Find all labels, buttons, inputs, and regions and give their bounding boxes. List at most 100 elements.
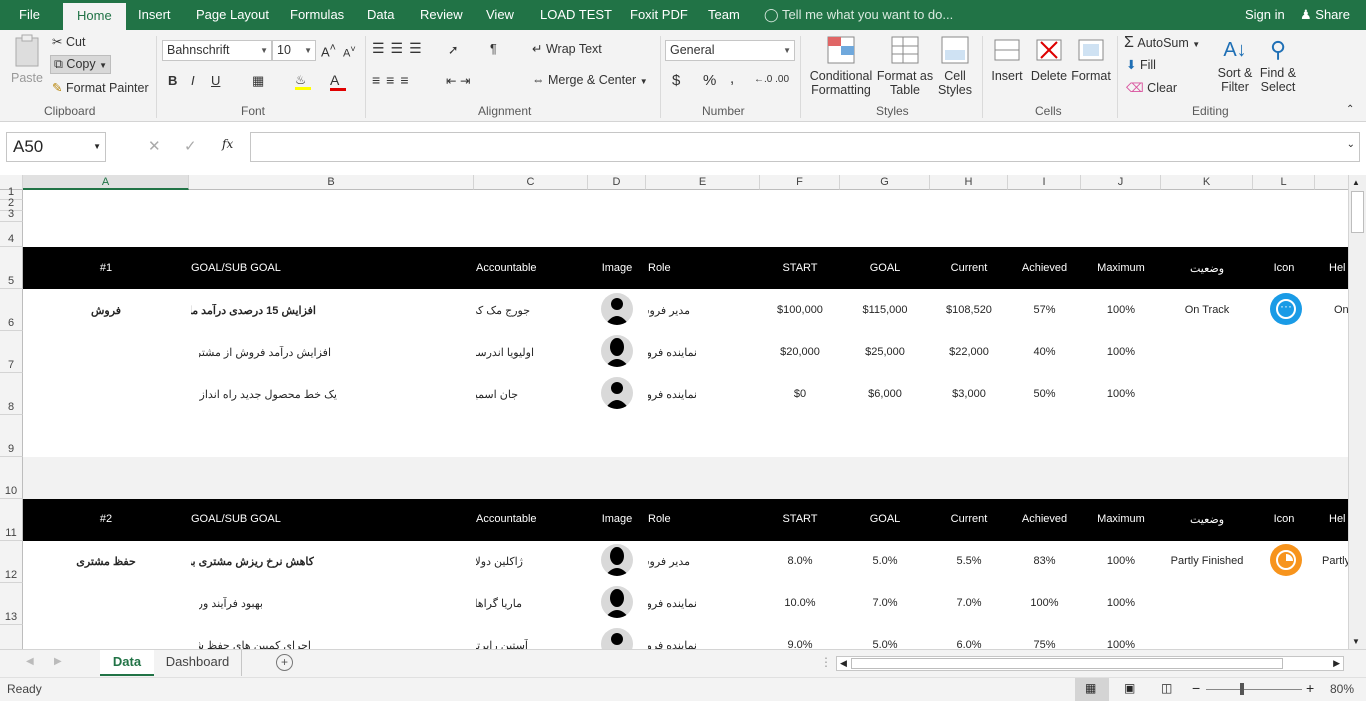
number-format-select[interactable]: General ▼ — [665, 40, 795, 61]
column-header-m[interactable] — [1315, 175, 1348, 190]
row-header[interactable]: 5 — [0, 247, 23, 289]
row-header[interactable] — [0, 625, 23, 649]
row-header[interactable]: 4 — [0, 222, 23, 247]
sort-filter-button[interactable]: A↓ Sort & Filter — [1214, 34, 1256, 94]
column-header-j[interactable]: J — [1081, 175, 1161, 190]
add-sheet-button[interactable]: + — [276, 654, 293, 671]
tab-home[interactable]: Home — [63, 3, 126, 30]
orientation-button[interactable]: ➚ — [448, 42, 458, 57]
percent-button[interactable]: % — [703, 72, 716, 89]
share-button[interactable]: ♟ Share — [1300, 0, 1350, 30]
row-header[interactable]: 12 — [0, 541, 23, 583]
increase-font-button[interactable]: A˄ — [321, 42, 336, 59]
cancel-icon[interactable]: ✕ — [148, 137, 161, 155]
sign-in-link[interactable]: Sign in — [1245, 0, 1285, 30]
row-header[interactable]: 8 — [0, 373, 23, 415]
bold-button[interactable]: B — [168, 73, 177, 88]
scroll-right-icon[interactable]: ▶ — [1333, 658, 1340, 669]
format-cells-button[interactable]: Format — [1071, 34, 1111, 83]
page-layout-view-button[interactable]: ▣ — [1124, 681, 1135, 695]
row-header[interactable]: 7 — [0, 331, 23, 373]
tab-data[interactable]: Data — [367, 0, 394, 30]
enter-icon[interactable]: ✓ — [184, 137, 197, 155]
zoom-level[interactable]: 80% — [1330, 682, 1354, 696]
column-header-a[interactable]: A — [23, 175, 189, 190]
tab-page-layout[interactable]: Page Layout — [196, 0, 269, 30]
column-header-k[interactable]: K — [1161, 175, 1253, 190]
tab-load-test[interactable]: LOAD TEST — [540, 0, 612, 30]
column-header-g[interactable]: G — [840, 175, 930, 190]
column-header-i[interactable]: I — [1008, 175, 1081, 190]
zoom-slider-thumb[interactable] — [1240, 683, 1244, 695]
borders-button[interactable]: ▦ — [252, 73, 264, 89]
zoom-out-button[interactable]: − — [1192, 680, 1200, 696]
fill-color-button[interactable]: ♨ — [295, 72, 311, 90]
comma-button[interactable]: , — [730, 70, 734, 87]
font-size-select[interactable]: 10 ▼ — [272, 40, 316, 61]
vertical-scrollbar[interactable]: ▲ ▼ — [1348, 175, 1366, 649]
paste-button[interactable]: Paste — [10, 34, 44, 96]
insert-cells-button[interactable]: Insert — [988, 34, 1026, 83]
merge-center-button[interactable]: ⇔ Merge & Center ▼ — [532, 73, 648, 87]
column-header-l[interactable]: L — [1253, 175, 1315, 190]
scroll-up-icon[interactable]: ▲ — [1352, 178, 1360, 187]
fill-button[interactable]: ⬇ Fill — [1126, 57, 1156, 72]
column-header-c[interactable]: C — [474, 175, 588, 190]
normal-view-button[interactable]: ▦ — [1075, 678, 1109, 701]
tab-foxit-pdf[interactable]: Foxit PDF — [630, 0, 688, 30]
sheet-tab-data[interactable]: Data — [100, 650, 154, 676]
format-as-table-button[interactable]: Format as Table — [876, 34, 934, 97]
copy-button[interactable]: ⧉ Copy ▼ — [50, 55, 112, 74]
delete-cells-button[interactable]: Delete — [1030, 34, 1068, 83]
row-header[interactable]: 9 — [0, 415, 23, 457]
column-header-e[interactable]: E — [646, 175, 760, 190]
row-header[interactable]: 3 — [0, 208, 23, 222]
cell-styles-button[interactable]: Cell Styles — [935, 34, 975, 97]
formula-input[interactable]: ⌄ — [250, 132, 1360, 162]
zoom-slider[interactable] — [1206, 689, 1302, 690]
conditional-formatting-button[interactable]: Conditional Formatting — [808, 34, 874, 97]
font-color-button[interactable]: A — [330, 72, 346, 91]
decimal-buttons[interactable]: ←.0 .00 — [754, 74, 789, 85]
autosum-button[interactable]: Σ AutoSum ▼ — [1124, 34, 1200, 52]
tab-formulas[interactable]: Formulas — [290, 0, 344, 30]
row-header[interactable]: 6 — [0, 289, 23, 331]
horizontal-align-buttons[interactable]: ≡≡≡ — [372, 72, 415, 88]
row-header[interactable]: 11 — [0, 499, 23, 541]
format-painter-button[interactable]: ✎ Format Painter — [52, 80, 149, 95]
worksheet-grid[interactable]: A B C D E F G H I J K L 1 2 3 4 5 6 7 8 … — [0, 175, 1348, 649]
column-header-f[interactable]: F — [760, 175, 840, 190]
currency-button[interactable]: $ — [672, 72, 680, 89]
find-select-button[interactable]: ⚲ Find & Select — [1257, 34, 1299, 94]
decrease-font-button[interactable]: A˅ — [343, 44, 356, 60]
cut-button[interactable]: ✂ Cut — [52, 34, 85, 49]
horizontal-scrollbar[interactable]: ◀ ▶ — [836, 656, 1344, 671]
scroll-down-icon[interactable]: ▼ — [1352, 637, 1360, 646]
scrollbar-thumb[interactable] — [851, 658, 1283, 669]
collapse-ribbon-button[interactable]: ⌃ — [1346, 104, 1354, 115]
row-header[interactable]: 10 — [0, 457, 23, 499]
scroll-left-icon[interactable]: ◀ — [26, 656, 34, 667]
clear-button[interactable]: ⌫ Clear — [1126, 80, 1177, 95]
sheet-tab-dashboard[interactable]: Dashboard — [154, 650, 242, 676]
name-box[interactable]: A50 ▼ — [6, 132, 106, 162]
zoom-in-button[interactable]: + — [1306, 680, 1314, 696]
row-header[interactable]: 13 — [0, 583, 23, 625]
tab-file[interactable]: File — [19, 0, 40, 30]
indent-buttons[interactable]: ⇤ ⇥ — [446, 73, 470, 88]
underline-button[interactable]: U — [211, 73, 220, 88]
tab-team[interactable]: Team — [708, 0, 740, 30]
vertical-align-buttons[interactable]: ☰☰☰ — [372, 40, 428, 57]
column-header-d[interactable]: D — [588, 175, 646, 190]
font-name-select[interactable]: Bahnschrift ▼ — [162, 40, 272, 61]
scroll-left-icon[interactable]: ◀ — [840, 658, 847, 669]
page-break-view-button[interactable]: ◫ — [1161, 681, 1172, 695]
column-header-h[interactable]: H — [930, 175, 1008, 190]
wrap-text-button[interactable]: ↵ Wrap Text — [532, 41, 602, 56]
tab-review[interactable]: Review — [420, 0, 463, 30]
tab-insert[interactable]: Insert — [138, 0, 171, 30]
rtl-button[interactable]: ¶ — [490, 42, 497, 56]
split-handle[interactable]: ⋮ — [820, 655, 832, 669]
insert-function-button[interactable]: fx — [222, 137, 233, 151]
scrollbar-thumb[interactable] — [1351, 191, 1364, 233]
